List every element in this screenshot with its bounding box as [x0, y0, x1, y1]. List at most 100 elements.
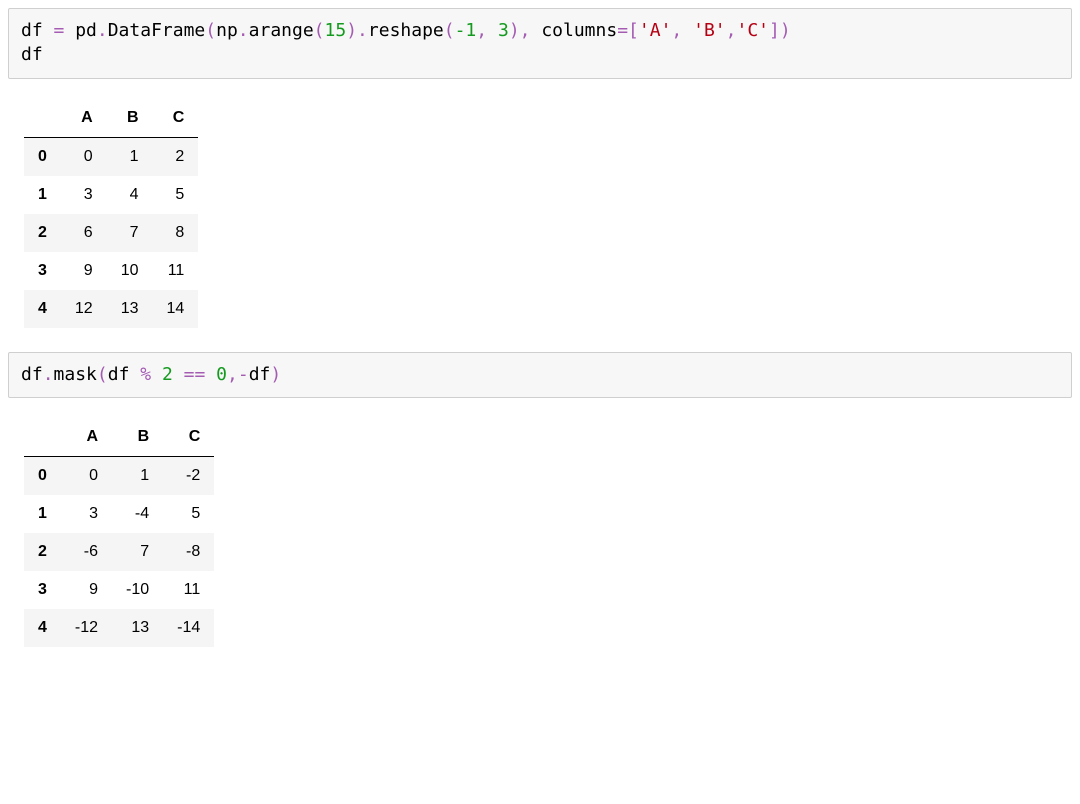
code-token: np [216, 20, 238, 41]
table-cell: -10 [112, 571, 163, 609]
code-token [682, 20, 693, 41]
table-row: 0012 [24, 137, 198, 176]
code-token: ' [693, 20, 704, 41]
table-cell: 0 [61, 456, 112, 495]
code-token: 0 [216, 364, 227, 385]
table-cell: 0 [61, 137, 107, 176]
table-cell: 13 [107, 290, 153, 328]
table-row: 13-45 [24, 495, 214, 533]
code-token: ) [509, 20, 520, 41]
code-token: ' [736, 20, 747, 41]
table-row: 39-1011 [24, 571, 214, 609]
table-cell: 6 [61, 214, 107, 252]
code-token: . [238, 20, 249, 41]
table-col-header: A [61, 418, 112, 457]
code-token [173, 364, 184, 385]
code-token: reshape [368, 20, 444, 41]
code-token: . [357, 20, 368, 41]
code-token: df [21, 44, 43, 65]
code-token: == [184, 364, 206, 385]
code-token: - [238, 364, 249, 385]
code-token: df [21, 20, 54, 41]
table-cell: -2 [163, 456, 214, 495]
code-token: ( [314, 20, 325, 41]
code-token: df [108, 364, 141, 385]
table-cell: 9 [61, 252, 107, 290]
code-token: pd [64, 20, 97, 41]
table-col-header: B [107, 99, 153, 138]
code-token: ) [780, 20, 791, 41]
code-token: , [726, 20, 737, 41]
code-token: ( [444, 20, 455, 41]
table-row-index: 0 [24, 456, 61, 495]
table-cell: 2 [153, 137, 199, 176]
code-token: arange [249, 20, 314, 41]
table-row-index: 4 [24, 609, 61, 647]
table-col-header: B [112, 418, 163, 457]
code-token: ' [639, 20, 650, 41]
code-token: . [97, 20, 108, 41]
table-row: 391011 [24, 252, 198, 290]
code-token: df [249, 364, 271, 385]
code-token: C [747, 20, 758, 41]
code-token: ' [758, 20, 769, 41]
code-token: df [21, 364, 43, 385]
code-token: % [140, 364, 151, 385]
code-token: columns [531, 20, 618, 41]
table-row-index: 1 [24, 176, 61, 214]
table-cell: 7 [112, 533, 163, 571]
code-token: ( [97, 364, 108, 385]
table-cell: 13 [112, 609, 163, 647]
code-token: ' [715, 20, 726, 41]
table-row: 2678 [24, 214, 198, 252]
table-cell: 8 [153, 214, 199, 252]
code-token: , [671, 20, 682, 41]
dataframe-output-1: ABC 0012134526783910114121314 [24, 99, 198, 328]
table-cell: 9 [61, 571, 112, 609]
table-cell: 12 [61, 290, 107, 328]
code-token: . [43, 364, 54, 385]
code-token: A [650, 20, 661, 41]
code-token: = [617, 20, 628, 41]
code-token [487, 20, 498, 41]
table-row-index: 1 [24, 495, 61, 533]
code-token: DataFrame [108, 20, 206, 41]
table-cell: 1 [112, 456, 163, 495]
code-token [151, 364, 162, 385]
code-cell-2: df.mask(df % 2 == 0,-df) [8, 352, 1072, 398]
code-token: -1 [455, 20, 477, 41]
table-cell: -12 [61, 609, 112, 647]
table-cell: 1 [107, 137, 153, 176]
table-cell: 7 [107, 214, 153, 252]
table-row-index: 0 [24, 137, 61, 176]
table-row: 4121314 [24, 290, 198, 328]
table-row-index: 3 [24, 252, 61, 290]
table-cell: 4 [107, 176, 153, 214]
table-index-header [24, 418, 61, 457]
table-cell: -6 [61, 533, 112, 571]
table-row: 1345 [24, 176, 198, 214]
code-token: ' [661, 20, 672, 41]
table-cell: 3 [61, 495, 112, 533]
code-token: , [227, 364, 238, 385]
code-token: ) [270, 364, 281, 385]
table-cell: 5 [153, 176, 199, 214]
code-token: 15 [325, 20, 347, 41]
code-token [205, 364, 216, 385]
table-col-header: C [163, 418, 214, 457]
code-token: 2 [162, 364, 173, 385]
table-col-header: A [61, 99, 107, 138]
table-row: 2-67-8 [24, 533, 214, 571]
code-token: mask [54, 364, 97, 385]
table-index-header [24, 99, 61, 138]
table-cell: 14 [153, 290, 199, 328]
table-cell: 11 [153, 252, 199, 290]
code-token: , [520, 20, 531, 41]
table-cell: 5 [163, 495, 214, 533]
code-cell-1: df = pd.DataFrame(np.arange(15).reshape(… [8, 8, 1072, 79]
table-row-index: 2 [24, 214, 61, 252]
table-row-index: 2 [24, 533, 61, 571]
table-cell: -8 [163, 533, 214, 571]
code-token: B [704, 20, 715, 41]
table-cell: 10 [107, 252, 153, 290]
